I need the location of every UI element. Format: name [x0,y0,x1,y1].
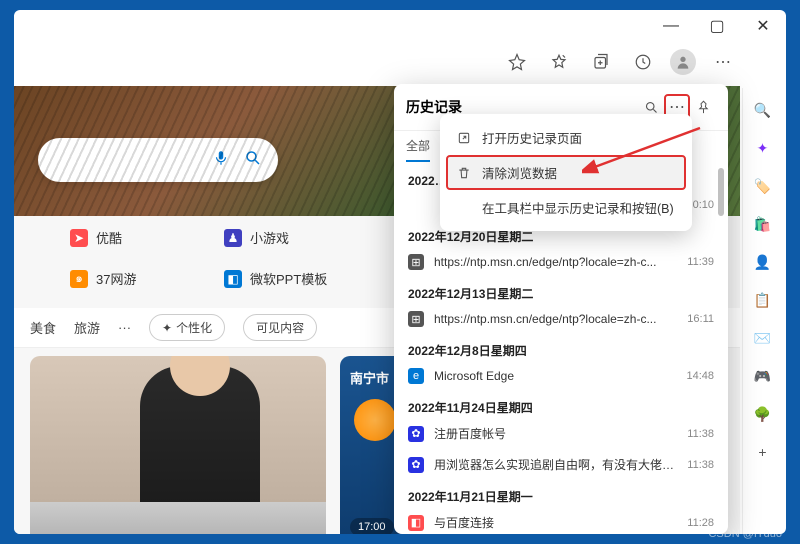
sidebar-icon[interactable]: ✦ [753,138,773,158]
sidebar-icon[interactable]: 🌳 [753,404,773,424]
sidebar-icon[interactable]: 🎮 [753,366,773,386]
mic-icon[interactable] [212,149,230,172]
visible-content-chip[interactable]: 可见内容 [243,314,317,341]
site-icon: ◧ [224,270,242,288]
sidebar-icon[interactable]: 🏷️ [753,176,773,196]
quick-link[interactable]: ➤优酷 [70,228,220,247]
sparkle-icon: ✦ [162,321,172,335]
tab-all[interactable]: 全部 [406,137,430,162]
more-icon[interactable]: ⋯ [708,47,738,77]
site-icon: ♟ [224,229,242,247]
history-date-group: 2022年12月8日星期四 [394,334,728,361]
browser-toolbar: ⋯ [502,46,738,78]
quick-links-grid: ➤优酷♟小游戏 ๑37网游◧微软PPT模板 [70,228,374,288]
sidebar-icon[interactable]: 📋 [753,290,773,310]
history-entry[interactable]: eMicrosoft Edge14:48 [394,361,728,391]
history-entry[interactable]: ◧与百度连接11:28 [394,507,728,534]
site-icon: ➤ [70,229,88,247]
maximize-button[interactable]: ▢ [694,10,740,42]
sidebar-icon[interactable]: ✉️ [753,328,773,348]
history-date-group: 2022年12月13日星期二 [394,277,728,304]
history-context-menu: 打开历史记录页面 清除浏览数据 在工具栏中显示历史记录和按钮(B) [440,114,692,231]
history-entry[interactable]: ✿用浏览器怎么实现追剧自由啊，有没有大佬知...11:38 [394,449,728,480]
search-bar[interactable] [38,138,278,182]
favicon: ✿ [408,426,424,442]
favicon: ⊞ [408,254,424,270]
nav-item[interactable]: 美食 [30,318,56,337]
search-icon[interactable] [244,149,262,172]
menu-open-history-page[interactable]: 打开历史记录页面 [446,120,686,155]
sidebar-icon[interactable]: 👤 [753,252,773,272]
sidebar-icon[interactable]: 🛍️ [753,214,773,234]
favicon [408,197,424,213]
scrollbar[interactable] [718,168,724,216]
close-button[interactable]: ✕ [740,10,786,42]
profile-avatar[interactable] [670,49,696,75]
edge-sidebar: 🔍 ✦ 🏷️ 🛍️ 👤 📋 ✉️ 🎮 🌳 + [742,88,782,534]
sidebar-icon[interactable]: 🔍 [753,100,773,120]
favorites-icon[interactable] [544,47,574,77]
news-card[interactable] [30,356,326,534]
open-icon [456,130,472,146]
personalize-chip[interactable]: ✦ 个性化 [149,314,225,341]
sidebar-icon[interactable]: + [753,442,773,462]
quick-link[interactable]: ♟小游戏 [224,228,374,247]
favorite-star-icon[interactable] [502,47,532,77]
site-icon: ๑ [70,270,88,288]
menu-clear-browsing-data[interactable]: 清除浏览数据 [446,155,686,190]
pin-icon[interactable] [690,94,716,120]
minimize-button[interactable]: — [648,10,694,42]
history-date-group: 2022年11月24日星期四 [394,391,728,418]
window-controls: — ▢ ✕ [648,10,786,42]
nav-item[interactable]: 旅游 [74,318,100,337]
quick-link[interactable]: ◧微软PPT模板 [224,269,374,288]
favicon: ⊞ [408,311,424,327]
sun-icon [354,399,396,441]
quick-link[interactable]: ๑37网游 [70,269,220,288]
nav-more[interactable]: ··· [118,320,131,335]
history-entry[interactable]: ⊞https://ntp.msn.cn/edge/ntp?locale=zh-c… [394,304,728,334]
city-label: 南宁市 [350,368,400,387]
favicon: ◧ [408,515,424,531]
favicon: ✿ [408,457,424,473]
favicon: e [408,368,424,384]
trash-icon [456,165,472,181]
history-entry[interactable]: ✿注册百度帐号11:38 [394,418,728,449]
history-date-group: 2022年11月21日星期一 [394,480,728,507]
history-icon[interactable] [628,47,658,77]
menu-show-history-button[interactable]: 在工具栏中显示历史记录和按钮(B) [446,190,686,225]
history-entry[interactable]: ⊞https://ntp.msn.cn/edge/ntp?locale=zh-c… [394,247,728,277]
time-label: 17:00 [350,518,394,534]
collections-icon[interactable] [586,47,616,77]
